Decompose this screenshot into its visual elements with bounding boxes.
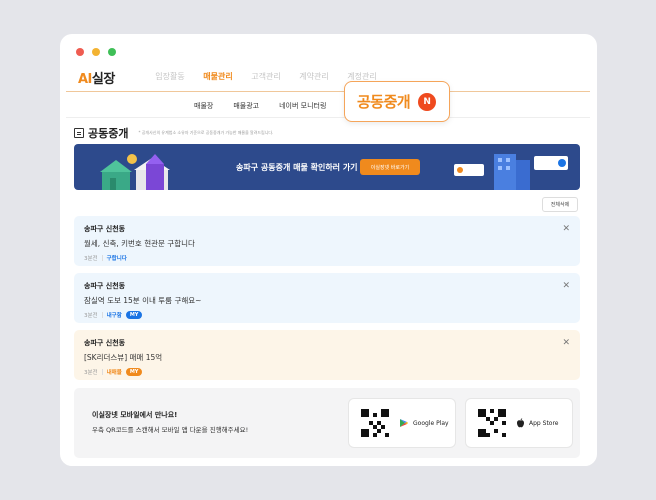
- card-region: 송파구 신천동: [84, 339, 126, 347]
- google-play-download[interactable]: Google Play: [348, 398, 456, 448]
- co-brokerage-tab-label: 공동중개: [357, 93, 411, 111]
- sub-menu-item-naver-monitoring[interactable]: 네이버 모니터링: [279, 101, 326, 111]
- my-badge: MY: [125, 311, 143, 319]
- card-meta: 3분전 내매물 MY: [84, 368, 570, 376]
- list-item[interactable]: 송파구 신천동 월세, 신축, 키번호 현관문 구합니다 3분전 구합니다 ✕: [74, 216, 580, 266]
- app-store-label-group: App Store: [516, 418, 559, 428]
- top-menu-item-field[interactable]: 임장활동: [146, 71, 194, 82]
- browser-window: AI실장 임장활동 매물관리 고객관리 계약관리 계정관리 매물장 매물광고 네…: [60, 34, 597, 466]
- top-menu-item-customers[interactable]: 고객관리: [242, 71, 290, 82]
- buildings-illustration-icon: [454, 154, 568, 190]
- card-region: 송파구 신천동: [84, 225, 126, 233]
- sub-menu-item-listing-ads[interactable]: 매물광고: [233, 101, 259, 111]
- card-kind: 내구함: [106, 313, 122, 319]
- top-menu-item-listings[interactable]: 매물관리: [194, 71, 242, 82]
- card-kind: 구합니다: [106, 256, 127, 262]
- sub-navigation: 매물장 매물광고 네이버 모니터링: [66, 92, 590, 118]
- page-notice: * 공개사신의 유계법소 소유자 기준으로 공동중개가 가능한 매물을 알려드립…: [138, 130, 274, 135]
- co-brokerage-tab-callout[interactable]: 공동중개 N: [344, 81, 450, 122]
- houses-illustration-icon: [100, 154, 170, 190]
- card-meta: 3분전 구합니다: [84, 254, 570, 262]
- card-message: 월세, 신축, 키번호 현관문 구합니다: [84, 239, 195, 248]
- google-play-icon: [400, 419, 408, 427]
- card-message: [SK리더스뷰] 매매 15억: [84, 353, 163, 362]
- close-icon[interactable]: ✕: [562, 281, 570, 291]
- qr-code-icon: [361, 409, 389, 437]
- card-message: 잠실역 도보 15분 이내 투룸 구해요~: [84, 296, 202, 305]
- top-menu-item-contracts[interactable]: 계약관리: [290, 71, 338, 82]
- card-time: 3분전: [84, 256, 98, 262]
- qr-code-icon: [478, 409, 506, 437]
- card-time: 3분전: [84, 370, 98, 376]
- meta-divider: [101, 255, 103, 261]
- banner-cta-button[interactable]: 이실장넷 바로가기: [360, 159, 420, 175]
- delete-all-button[interactable]: 전체삭제: [542, 197, 578, 212]
- card-meta: 3분전 내구함 MY: [84, 311, 570, 319]
- mobile-subtext: 우측 QR코드를 스캔해서 모바일 앱 다운을 진행해주세요!: [92, 426, 249, 434]
- promo-banner[interactable]: 송파구 공동중개 매물 확인하러 가기 이실장넷 바로가기: [74, 144, 580, 190]
- window-controls: [76, 48, 116, 56]
- close-window-button[interactable]: [76, 48, 84, 56]
- meta-divider: [101, 312, 103, 318]
- list-item[interactable]: 송파구 신천동 [SK리더스뷰] 매매 15억 3분전 내매물 MY ✕: [74, 330, 580, 380]
- card-region: 송파구 신천동: [84, 282, 126, 290]
- card-kind: 내매물: [106, 370, 122, 376]
- page-header: 공동중개 * 공개사신의 유계법소 소유자 기준으로 공동중개가 가능한 매물을…: [74, 125, 273, 141]
- google-play-label: Google Play: [413, 419, 449, 427]
- maximize-window-button[interactable]: [108, 48, 116, 56]
- top-navigation: AI실장 임장활동 매물관리 고객관리 계약관리 계정관리: [66, 62, 590, 92]
- new-badge: N: [418, 92, 437, 111]
- app-store-download[interactable]: App Store: [465, 398, 573, 448]
- app-root: AI실장 임장활동 매물관리 고객관리 계약관리 계정관리 매물장 매물광고 네…: [66, 62, 590, 466]
- close-icon[interactable]: ✕: [562, 224, 570, 234]
- apple-icon: [517, 418, 524, 428]
- mobile-heading: 이실장넷 모바일에서 만나요!: [92, 411, 178, 419]
- close-icon[interactable]: ✕: [562, 338, 570, 348]
- app-logo[interactable]: AI실장: [78, 68, 115, 87]
- sub-menu-item-listing-book[interactable]: 매물장: [194, 101, 213, 111]
- logo-rest-text: 실장: [91, 72, 115, 87]
- page-title: 공동중개: [88, 127, 129, 140]
- logo-ai-text: AI: [78, 72, 92, 87]
- list-item[interactable]: 송파구 신천동 잠실역 도보 15분 이내 투룸 구해요~ 3분전 내구함 MY…: [74, 273, 580, 323]
- meta-divider: [101, 369, 103, 375]
- sub-menu: 매물장 매물광고 네이버 모니터링: [194, 101, 326, 111]
- banner-text: 송파구 공동중개 매물 확인하러 가기: [236, 163, 358, 172]
- minimize-window-button[interactable]: [92, 48, 100, 56]
- document-icon: [74, 128, 84, 138]
- my-badge: MY: [125, 368, 143, 376]
- google-play-label-group: Google Play: [399, 418, 449, 428]
- card-time: 3분전: [84, 313, 98, 319]
- app-store-label: App Store: [529, 419, 559, 427]
- mobile-app-section: 이실장넷 모바일에서 만나요! 우측 QR코드를 스캔해서 모바일 앱 다운을 …: [74, 388, 580, 458]
